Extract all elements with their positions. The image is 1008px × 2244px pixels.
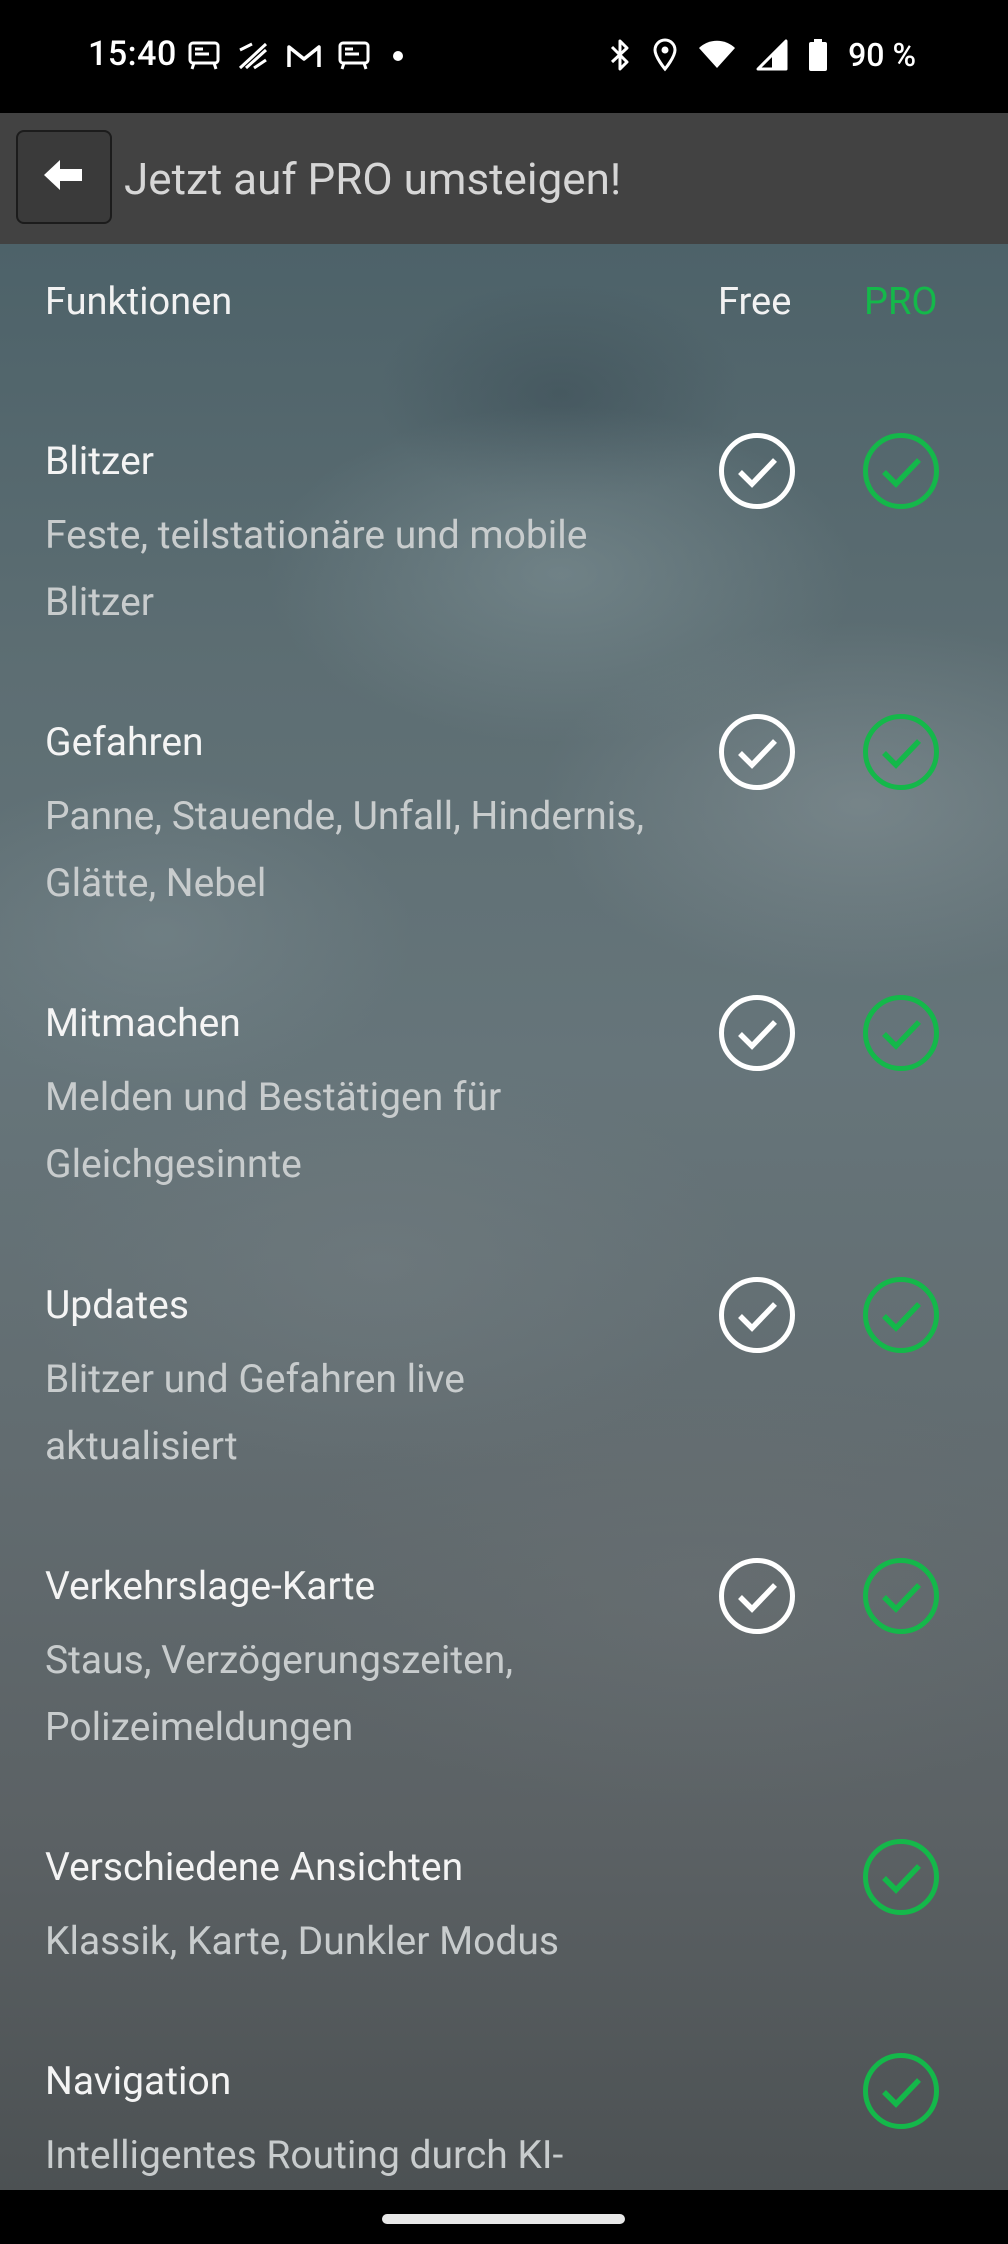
notification-slash-icon	[236, 40, 272, 72]
pro-check-icon	[862, 1557, 940, 1635]
free-column-header: Free	[718, 280, 792, 324]
app-bar: Jetzt auf PRO umsteigen!	[0, 113, 1008, 244]
free-check-icon	[718, 713, 796, 791]
feature-title: Gefahren	[45, 719, 204, 765]
back-button[interactable]	[16, 130, 112, 224]
notification-icons	[186, 40, 410, 72]
location-icon	[652, 38, 678, 72]
pro-check-icon	[862, 1838, 940, 1916]
pro-check-icon	[862, 1276, 940, 1354]
page-title: Jetzt auf PRO umsteigen!	[124, 153, 622, 205]
system-icons: 90 %	[608, 36, 916, 74]
signal-icon	[756, 39, 788, 71]
feature-description: Staus, Verzögerungszeiten, Polizeimeldun…	[45, 1637, 513, 1750]
feature-description: Feste, teilstationäre und mobile Blitzer	[45, 512, 588, 625]
feature-title: Updates	[45, 1282, 189, 1328]
feature-description: Klassik, Karte, Dunkler Modus	[45, 1918, 560, 1964]
feature-comparison[interactable]: Funktionen Free PRO Blitzer Feste, teils…	[0, 244, 1008, 2190]
free-check-icon	[718, 432, 796, 510]
feature-title: Verkehrslage-Karte	[45, 1563, 376, 1609]
pro-check-icon	[862, 994, 940, 1072]
home-gesture-handle[interactable]	[382, 2214, 625, 2224]
pro-check-icon	[862, 2052, 940, 2130]
feature-title: Navigation	[45, 2058, 232, 2104]
pro-check-icon	[862, 432, 940, 510]
free-check-icon	[718, 1276, 796, 1354]
features-column-header: Funktionen	[45, 280, 233, 324]
notification-app-icon-2	[336, 40, 372, 72]
free-check-icon	[718, 994, 796, 1072]
feature-title: Blitzer	[45, 438, 154, 484]
bluetooth-icon	[608, 38, 632, 72]
feature-title: Verschiedene Ansichten	[45, 1844, 464, 1890]
battery-icon	[808, 38, 828, 72]
feature-description: Intelligentes Routing durch KI-	[45, 2132, 564, 2178]
status-time: 15:40	[88, 34, 177, 74]
pro-check-icon	[862, 713, 940, 791]
arrow-left-icon	[42, 158, 86, 196]
feature-description: Blitzer und Gefahren live aktualisiert	[45, 1356, 465, 1469]
wifi-icon	[698, 40, 736, 70]
comparison-header: Funktionen Free PRO	[0, 244, 1008, 364]
feature-description: Melden und Bestätigen für Gleichgesinnte	[45, 1074, 502, 1187]
gmail-icon	[286, 42, 322, 70]
battery-percent: 90 %	[848, 36, 916, 74]
pro-column-header: PRO	[864, 280, 938, 324]
status-bar: 15:40 90 %	[0, 0, 1008, 113]
notification-app-icon	[186, 40, 222, 72]
free-check-icon	[718, 1557, 796, 1635]
feature-title: Mitmachen	[45, 1000, 241, 1046]
feature-description: Panne, Stauende, Unfall, Hindernis, Glät…	[45, 793, 645, 906]
system-nav-bar	[0, 2190, 1008, 2244]
dot-icon	[386, 44, 410, 68]
